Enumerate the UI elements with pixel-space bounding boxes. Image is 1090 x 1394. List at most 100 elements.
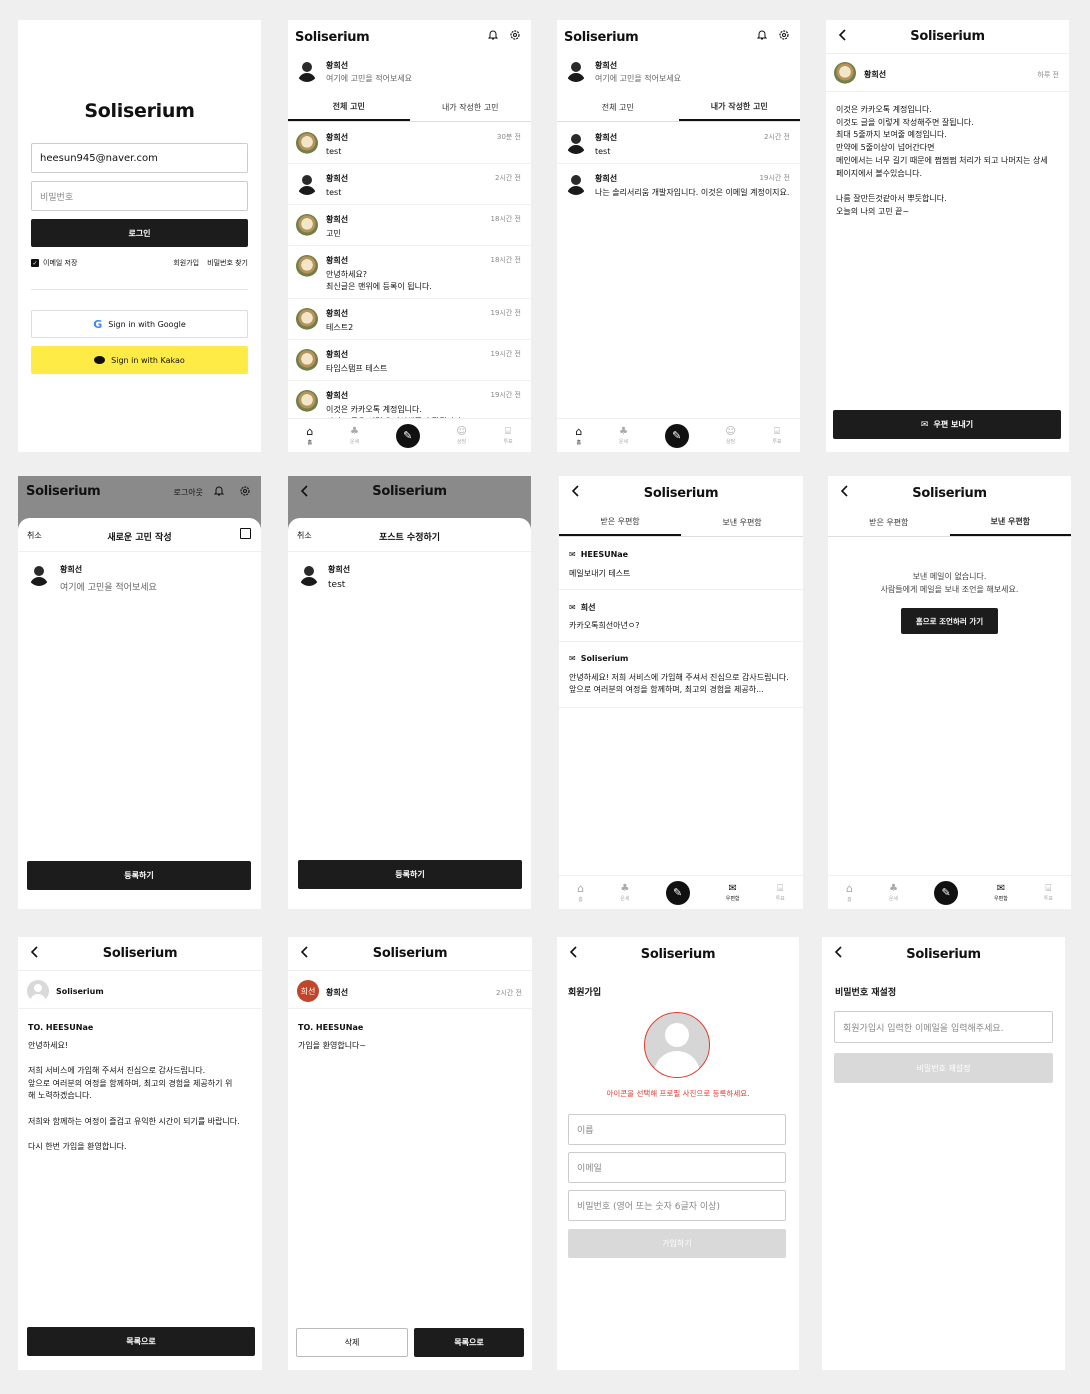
nav-mailbox[interactable]: ✉ 우편함 xyxy=(726,883,740,902)
submit-button[interactable]: 등록하기 xyxy=(298,860,522,889)
list-item[interactable]: 황희선 18시간 전 고민 xyxy=(288,206,531,246)
mail-item[interactable]: ✉ HEESUNae 메일보내기 테스트 xyxy=(559,538,803,590)
compose-button[interactable]: ✎ xyxy=(395,423,420,448)
nav-home-label: 홈 xyxy=(578,897,583,903)
tab-my-worries[interactable]: 내가 작성한 고민 xyxy=(410,94,532,121)
add-image-icon[interactable] xyxy=(240,528,251,539)
gear-icon[interactable] xyxy=(778,29,790,44)
compose-button[interactable]: ✎ xyxy=(934,880,959,905)
back-to-list-button[interactable]: 목록으로 xyxy=(414,1328,524,1357)
compose-prompt[interactable]: 황희선 여기에 고민을 적어보세요 xyxy=(557,54,800,92)
bell-icon[interactable] xyxy=(213,485,225,500)
submit-button[interactable]: 등록하기 xyxy=(27,861,251,890)
password-field[interactable]: 비밀번호 (영어 또는 숫자 6글자 이상) xyxy=(568,1190,786,1221)
tab-sent[interactable]: 보낸 우편함 xyxy=(681,509,803,536)
profile-photo-picker[interactable] xyxy=(644,1012,710,1078)
header-icons xyxy=(487,29,521,44)
google-signin-button[interactable]: G Sign in with Google xyxy=(31,310,248,338)
back-arrow-icon[interactable] xyxy=(569,946,579,961)
post-text: 테스트2 xyxy=(326,323,354,332)
back-arrow-icon[interactable] xyxy=(571,485,581,500)
back-arrow-icon[interactable] xyxy=(834,946,844,961)
feed-screen-all: Soliserium 황희선 여기에 고민을 적어보세요 전체 고민 내가 작성… xyxy=(288,20,531,452)
list-item[interactable]: 황희선 18시간 전 안녕하세요? 최신글은 맨위에 등록이 됩니다. xyxy=(288,247,531,299)
email-field[interactable]: 이메일 xyxy=(568,1152,786,1183)
go-home-button[interactable]: 홈으로 조언하러 가기 xyxy=(901,608,998,634)
nav-fortune[interactable]: ♣ 운세 xyxy=(620,883,629,902)
find-password-link[interactable]: 비밀번호 찾기 xyxy=(207,258,248,268)
nav-home[interactable]: ⌂ 홈 xyxy=(577,882,584,903)
nav-vote[interactable]: ⌸ 투표 xyxy=(1044,883,1053,902)
nav-consult[interactable]: ☺ 상담 xyxy=(456,426,466,445)
gear-icon[interactable] xyxy=(509,29,521,44)
send-mail-button[interactable]: ✉ 우편 보내기 xyxy=(833,410,1061,439)
mail-sender-name: HEESUNae xyxy=(580,550,629,559)
nav-home[interactable]: ⌂ 홈 xyxy=(575,425,582,446)
back-arrow-icon[interactable] xyxy=(30,946,40,961)
nav-fortune[interactable]: ♣ 운세 xyxy=(350,426,359,445)
name-field[interactable]: 이름 xyxy=(568,1114,786,1145)
kakao-signin-button[interactable]: Sign in with Kakao xyxy=(31,346,248,374)
nav-vote[interactable]: ⌸ 투표 xyxy=(772,426,781,445)
back-arrow-icon[interactable] xyxy=(840,485,850,500)
avatar: 희선 xyxy=(297,980,319,1002)
mail-item[interactable]: ✉ Soliserium 안녕하세요! 저희 서비스에 가입해 주셔서 진심으로 … xyxy=(559,642,803,708)
tab-received[interactable]: 받은 우편함 xyxy=(559,509,681,536)
tab-received[interactable]: 받은 우편함 xyxy=(828,509,950,536)
app-header: Soliserium xyxy=(826,20,1069,54)
tab-all-worries[interactable]: 전체 고민 xyxy=(288,94,410,121)
login-button[interactable]: 로그인 xyxy=(31,219,248,247)
worry-input[interactable]: 여기에 고민을 적어보세요 xyxy=(60,580,157,593)
delete-button[interactable]: 삭제 xyxy=(296,1328,408,1357)
nav-home-label: 홈 xyxy=(847,897,852,903)
password-field[interactable]: 비밀번호 xyxy=(31,181,248,211)
nav-consult[interactable]: ☺ 상담 xyxy=(725,426,735,445)
nav-mailbox[interactable]: ✉ 우편함 xyxy=(994,883,1008,902)
tab-my-worries[interactable]: 내가 작성한 고민 xyxy=(678,94,800,121)
list-item[interactable]: 황희선 2시간 전 test xyxy=(557,124,800,164)
bell-icon[interactable] xyxy=(756,29,768,44)
nav-home[interactable]: ⌂ 홈 xyxy=(306,425,313,446)
list-item[interactable]: 황희선 19시간 전 타임스탬프 테스트 xyxy=(288,341,531,381)
nav-vote[interactable]: ⌸ 투표 xyxy=(776,883,785,902)
remember-email-checkbox[interactable]: ✓ 이메일 저장 xyxy=(31,258,77,268)
nav-vote[interactable]: ⌸ 투표 xyxy=(503,426,512,445)
nav-vote-label: 투표 xyxy=(503,439,513,445)
logout-link[interactable]: 로그아웃 xyxy=(174,487,203,498)
app-header: Soliserium xyxy=(288,20,531,54)
compose-button[interactable]: ✎ xyxy=(665,880,690,905)
signup-link[interactable]: 회원가입 xyxy=(173,258,199,268)
email-field[interactable]: 회원가입시 입력한 이메일을 입력해주세요. xyxy=(834,1011,1053,1043)
compose-prompt[interactable]: 황희선 여기에 고민을 적어보세요 xyxy=(288,54,531,92)
post-text-input[interactable]: test xyxy=(328,580,345,590)
list-item[interactable]: 황희선 19시간 전 나는 솔리서리움 개발자입니다. 이것은 이메일 계정이지… xyxy=(557,165,800,217)
avatar xyxy=(296,60,318,82)
nav-fortune[interactable]: ♣ 운세 xyxy=(619,426,628,445)
tab-all-worries[interactable]: 전체 고민 xyxy=(557,94,679,121)
app-logo: Soliserium xyxy=(912,485,987,501)
compose-button[interactable]: ✎ xyxy=(664,423,689,448)
mail-item[interactable]: ✉ 희선 카카오톡희선아년ㅇ? xyxy=(559,590,803,642)
header-icons xyxy=(756,29,790,44)
nav-fortune[interactable]: ♣ 운세 xyxy=(889,883,898,902)
list-item[interactable]: 황희선 2시간 전 test xyxy=(288,165,531,205)
gear-icon[interactable] xyxy=(239,485,251,500)
back-arrow-icon[interactable] xyxy=(300,946,310,961)
avatar xyxy=(565,173,587,195)
list-item[interactable]: 황희선 19시간 전 테스트2 xyxy=(288,300,531,340)
back-to-list-button[interactable]: 목록으로 xyxy=(27,1327,255,1356)
tab-sent[interactable]: 보낸 우편함 xyxy=(949,509,1071,536)
email-field[interactable]: heesun945@naver.com xyxy=(31,143,248,173)
bell-icon[interactable] xyxy=(487,29,499,44)
nav-fortune-label: 운세 xyxy=(618,439,629,445)
post-author: 황희선 xyxy=(595,174,618,183)
nav-home[interactable]: ⌂ 홈 xyxy=(846,882,853,903)
list-item[interactable]: 황희선 30분 전 test xyxy=(288,124,531,164)
app-logo: Soliserium xyxy=(26,484,101,499)
signup-submit-button[interactable]: 가입하기 xyxy=(568,1229,786,1258)
reset-password-button[interactable]: 비밀번호 재설정 xyxy=(834,1053,1053,1083)
back-arrow-icon[interactable] xyxy=(838,29,848,44)
list-item[interactable]: 황희선 19시간 전 이것은 카카오톡 계정입니다. 이것도 글을 이렇게 작성… xyxy=(288,382,531,418)
robot-icon: ☺ xyxy=(725,426,736,437)
chat-bubble-icon xyxy=(94,356,106,364)
